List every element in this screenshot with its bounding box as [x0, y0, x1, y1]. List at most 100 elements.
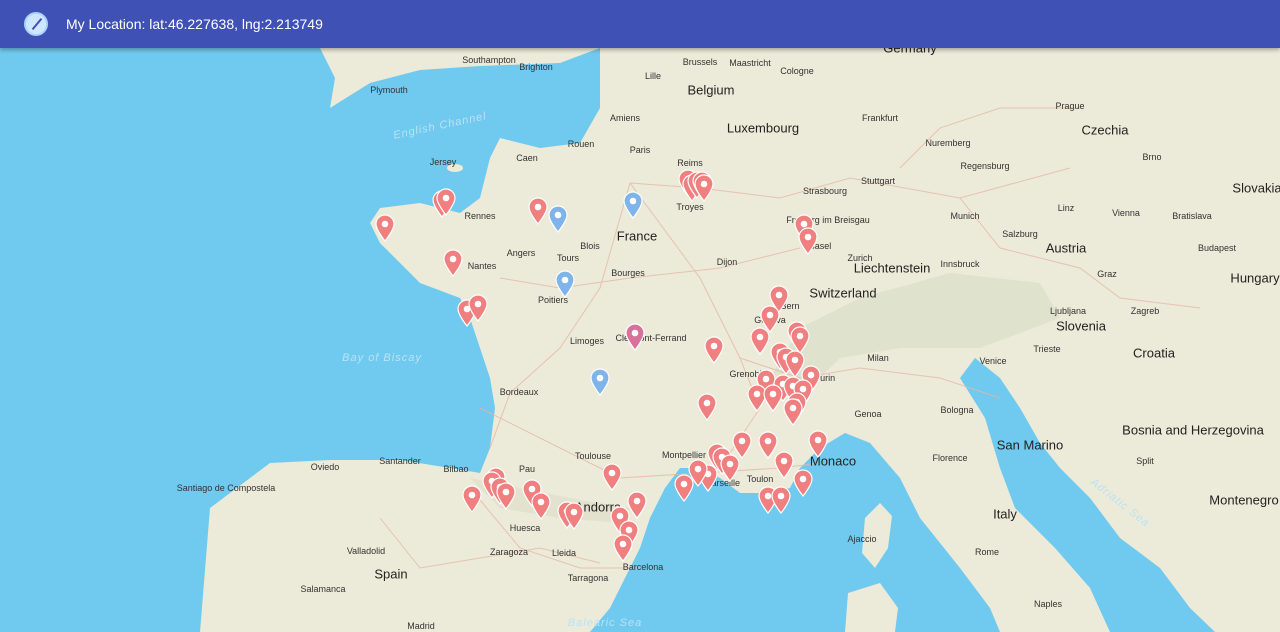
map-marker-red[interactable]	[771, 486, 791, 514]
map-label-hungary: Hungary	[1230, 270, 1280, 286]
map-view[interactable]: Germany Belgium Luxembourg France Czechia Slo…	[0, 48, 1280, 632]
map-label-regensburg: Regensburg	[960, 161, 1010, 171]
map-label-belgium: Belgium	[687, 82, 735, 98]
map-marker-red[interactable]	[443, 249, 463, 277]
map-marker-purple[interactable]	[625, 323, 645, 351]
map-label-montenegro: Montenegro	[1209, 492, 1279, 508]
map-marker-red[interactable]	[808, 430, 828, 458]
map-label-angers: Angers	[506, 248, 536, 258]
map-label-cologne: Cologne	[780, 66, 814, 76]
map-label-split: Split	[1136, 456, 1154, 466]
map-label-reims: Reims	[677, 158, 703, 168]
map-label-rennes: Rennes	[464, 211, 496, 221]
map-marker-red[interactable]	[375, 214, 395, 242]
location-title: My Location: lat:46.227638, lng:2.213749	[66, 16, 323, 32]
map-label-southampton: Southampton	[462, 55, 516, 65]
map-label-huesca: Huesca	[509, 523, 541, 533]
map-marker-red[interactable]	[564, 502, 584, 530]
map-label-munich: Munich	[950, 211, 980, 221]
map-marker-red[interactable]	[528, 197, 548, 225]
map-label-pau: Pau	[518, 464, 536, 474]
map-marker-red[interactable]	[774, 451, 794, 479]
map-label-germany: Germany	[883, 48, 937, 56]
app-bar: My Location: lat:46.227638, lng:2.213749	[0, 0, 1280, 48]
map-label-maastricht: Maastricht	[729, 58, 771, 68]
map-label-san-marino: San Marino	[996, 437, 1064, 453]
map-label-slovakia: Slovakia	[1232, 180, 1280, 196]
map-label-linz: Linz	[1057, 203, 1075, 213]
map-label-rome: Rome	[974, 547, 1000, 557]
map-marker-red[interactable]	[783, 398, 803, 426]
map-label-santander: Santander	[379, 456, 421, 466]
map-marker-red[interactable]	[468, 294, 488, 322]
map-marker-red[interactable]	[674, 474, 694, 502]
map-label-brussels: Brussels	[682, 57, 718, 67]
map-label-toulon: Toulon	[746, 474, 774, 484]
map-label-spain: Spain	[374, 566, 408, 582]
map-label-graz: Graz	[1097, 269, 1117, 279]
map-label-nuremberg: Nuremberg	[925, 138, 971, 148]
map-label-nantes: Nantes	[467, 261, 497, 271]
map-marker-red[interactable]	[436, 188, 456, 216]
map-label-salzburg: Salzburg	[1002, 229, 1038, 239]
map-marker-red[interactable]	[531, 492, 551, 520]
map-label-genoa: Genoa	[854, 409, 882, 419]
map-label-budapest: Budapest	[1197, 243, 1237, 253]
map-marker-red[interactable]	[462, 485, 482, 513]
map-marker-red[interactable]	[750, 327, 770, 355]
map-marker-red[interactable]	[704, 336, 724, 364]
map-label-austria: Austria	[1045, 240, 1087, 256]
map-marker-red[interactable]	[720, 454, 740, 482]
map-label-tarragona: Tarragona	[567, 573, 609, 583]
map-label-valladolid: Valladolid	[346, 546, 386, 556]
map-label-salamanca: Salamanca	[300, 584, 346, 594]
map-marker-blue[interactable]	[623, 191, 643, 219]
map-label-paris: Paris	[629, 145, 651, 155]
map-marker-red[interactable]	[496, 482, 516, 510]
map-marker-red[interactable]	[694, 174, 714, 202]
map-label-zurich: Zurich	[847, 253, 873, 263]
map-label-jersey: Jersey	[429, 157, 457, 167]
map-label-lille: Lille	[644, 71, 662, 81]
map-marker-blue[interactable]	[555, 270, 575, 298]
map-label-trieste: Trieste	[1033, 344, 1061, 354]
map-label-france: France	[616, 228, 658, 244]
map-label-balearic-sea: Balearic Sea	[567, 617, 643, 629]
map-label-rouen: Rouen	[567, 139, 595, 149]
map-label-blois: Blois	[580, 241, 600, 251]
map-marker-red[interactable]	[793, 469, 813, 497]
map-label-vienna: Vienna	[1112, 208, 1140, 218]
map-label-oviedo: Oviedo	[310, 462, 340, 472]
map-label-switzerland: Switzerland	[809, 285, 877, 301]
map-label-zagreb: Zagreb	[1130, 306, 1160, 316]
map-label-ljubljana: Ljubljana	[1049, 306, 1087, 316]
map-label-troyes: Troyes	[676, 202, 704, 212]
map-label-brno: Brno	[1142, 152, 1162, 162]
map-label-prague: Prague	[1055, 101, 1085, 111]
map-label-slovenia: Slovenia	[1056, 318, 1106, 334]
map-marker-red[interactable]	[798, 227, 818, 255]
map-label-amiens: Amiens	[609, 113, 641, 123]
map-marker-red[interactable]	[697, 393, 717, 421]
map-marker-blue[interactable]	[590, 368, 610, 396]
map-label-lleida: Lleida	[551, 548, 577, 558]
map-label-naples: Naples	[1033, 599, 1063, 609]
map-label-madrid: Madrid	[407, 621, 435, 631]
map-label-luxembourg: Luxembourg	[726, 120, 800, 136]
compass-icon[interactable]	[24, 12, 48, 36]
map-label-italy: Italy	[993, 506, 1017, 522]
map-marker-red[interactable]	[627, 491, 647, 519]
map-marker-blue[interactable]	[548, 205, 568, 233]
map-label-florence: Florence	[932, 453, 968, 463]
map-label-innsbruck: Innsbruck	[940, 259, 980, 269]
map-label-strasbourg: Strasbourg	[802, 186, 848, 196]
map-label-venice: Venice	[979, 356, 1007, 366]
map-marker-red[interactable]	[763, 384, 783, 412]
map-marker-red[interactable]	[613, 534, 633, 562]
map-marker-red[interactable]	[602, 463, 622, 491]
map-label-plymouth: Plymouth	[370, 85, 408, 95]
map-label-milan: Milan	[867, 353, 889, 363]
map-label-santiago-de-compostela: Santiago de Compostela	[176, 483, 276, 493]
map-label-bordeaux: Bordeaux	[499, 387, 539, 397]
map-label-barcelona: Barcelona	[622, 562, 664, 572]
